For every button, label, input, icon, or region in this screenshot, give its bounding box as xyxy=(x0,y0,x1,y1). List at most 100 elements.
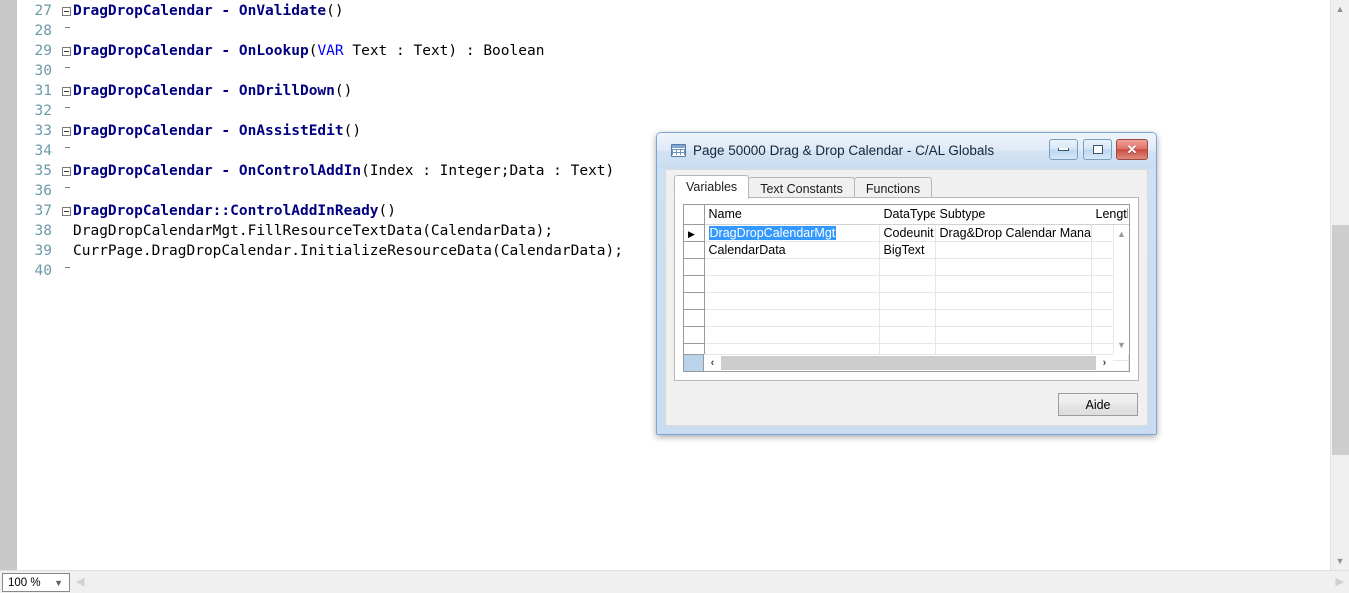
tab-text-constants[interactable]: Text Constants xyxy=(748,177,855,199)
table-body: ▶ DragDropCalendarMgt Codeunit Drag&Drop Ca… xyxy=(684,224,1129,371)
code-text: DragDropCalendar - OnLookup(VAR Text : T… xyxy=(73,43,545,59)
editor-breakpoint-gutter[interactable] xyxy=(0,0,17,570)
cell-datatype[interactable] xyxy=(879,309,936,327)
fold-collapse-icon[interactable] xyxy=(59,126,73,136)
grid-scroll-right-icon[interactable]: › xyxy=(1097,355,1112,371)
table-row[interactable] xyxy=(684,275,1129,293)
cell-name[interactable] xyxy=(704,326,880,344)
cell-name[interactable] xyxy=(704,275,880,293)
zoom-level-combobox[interactable]: 100 % ▼ xyxy=(2,573,70,592)
cal-globals-dialog[interactable]: Page 50000 Drag & Drop Calendar - C/AL G… xyxy=(656,132,1157,435)
tab-functions[interactable]: Functions xyxy=(853,177,933,199)
code-line[interactable]: 28 xyxy=(17,21,1330,41)
minimize-icon xyxy=(1058,148,1069,151)
fold-collapse-icon[interactable] xyxy=(59,46,73,56)
code-text: CurrPage.DragDropCalendar.InitializeReso… xyxy=(73,243,623,259)
line-number: 31 xyxy=(34,83,52,99)
cell-datatype[interactable]: BigText xyxy=(879,241,936,259)
cell-datatype[interactable] xyxy=(879,258,936,276)
code-line[interactable]: 31 DragDropCalendar - OnDrillDown() xyxy=(17,81,1330,101)
code-line[interactable]: 27 DragDropCalendar - OnValidate() xyxy=(17,1,1330,21)
fold-collapse-icon[interactable] xyxy=(59,166,73,176)
editor-horizontal-scrollbar[interactable] xyxy=(86,572,1333,593)
scroll-down-icon[interactable]: ▼ xyxy=(1331,552,1349,570)
cell-name[interactable]: CalendarData xyxy=(704,241,880,259)
table-header: Name DataType Subtype Length xyxy=(684,205,1129,225)
grid-scroll-up-icon[interactable]: ▲ xyxy=(1114,227,1129,241)
code-text: DragDropCalendar - OnValidate() xyxy=(73,3,344,19)
line-number: 39 xyxy=(34,243,52,259)
line-number: 30 xyxy=(34,63,52,79)
cell-subtype[interactable] xyxy=(935,275,1092,293)
editor-vertical-scrollbar[interactable]: ▲ ▼ xyxy=(1330,0,1349,570)
scroll-left-icon[interactable]: ◀ xyxy=(76,575,84,588)
vertical-scrollbar-thumb[interactable] xyxy=(1332,225,1349,455)
cell-subtype[interactable]: Drag&Drop Calendar Mana... xyxy=(935,224,1092,242)
table-row[interactable] xyxy=(684,292,1129,310)
dialog-title-bar[interactable]: Page 50000 Drag & Drop Calendar - C/AL G… xyxy=(657,133,1156,169)
cell-name[interactable] xyxy=(704,292,880,310)
table-grid-icon xyxy=(671,144,686,157)
grid-scroll-down-icon[interactable]: ▼ xyxy=(1114,338,1129,352)
current-row-indicator-icon: ▶ xyxy=(688,228,695,239)
tab-variables[interactable]: Variables xyxy=(674,175,750,199)
code-text: DragDropCalendar - OnAssistEdit() xyxy=(73,123,362,139)
cell-subtype[interactable] xyxy=(935,326,1092,344)
variables-grid[interactable]: Name DataType Subtype Length ▶ DragDropCa… xyxy=(683,204,1130,372)
tab-strip: Variables Text Constants Functions xyxy=(674,175,1139,199)
application-window: 27 DragDropCalendar - OnValidate() 28 29 Dra… xyxy=(0,0,1349,593)
cell-subtype[interactable] xyxy=(935,292,1092,310)
row-selector-cell[interactable] xyxy=(684,258,705,276)
line-number: 29 xyxy=(34,43,52,59)
cell-name[interactable] xyxy=(704,309,880,327)
cell-subtype[interactable] xyxy=(935,241,1092,259)
cell-subtype[interactable] xyxy=(935,309,1092,327)
table-row[interactable] xyxy=(684,326,1129,344)
line-number: 34 xyxy=(34,143,52,159)
fold-collapse-icon[interactable] xyxy=(59,206,73,216)
scroll-up-icon[interactable]: ▲ xyxy=(1331,0,1349,18)
help-button[interactable]: Aide xyxy=(1058,393,1138,416)
code-line[interactable]: 32 xyxy=(17,101,1330,121)
cell-name[interactable] xyxy=(704,258,880,276)
fold-collapse-icon[interactable] xyxy=(59,86,73,96)
table-row[interactable]: CalendarData BigText xyxy=(684,241,1129,259)
code-line[interactable]: 29 DragDropCalendar - OnLookup(VAR Text :… xyxy=(17,41,1330,61)
table-header-row: Name DataType Subtype Length xyxy=(684,205,1129,225)
row-selector-cell[interactable] xyxy=(684,241,705,259)
grid-hscroll-thumb[interactable] xyxy=(721,356,1096,370)
column-header-name[interactable]: Name xyxy=(704,205,880,225)
grid-scroll-left-icon[interactable]: ‹ xyxy=(705,355,720,371)
row-selector-cell[interactable]: ▶ xyxy=(684,224,705,242)
code-line[interactable]: 30 xyxy=(17,61,1330,81)
table-row[interactable] xyxy=(684,258,1129,276)
cell-subtype[interactable] xyxy=(935,258,1092,276)
line-number: 36 xyxy=(34,183,52,199)
row-selector-cell[interactable] xyxy=(684,309,705,327)
code-text: DragDropCalendarMgt.FillResourceTextData… xyxy=(73,223,554,239)
cell-datatype[interactable] xyxy=(879,326,936,344)
maximize-button[interactable] xyxy=(1083,139,1112,160)
row-selector-header xyxy=(684,205,705,225)
minimize-button[interactable] xyxy=(1049,139,1078,160)
column-header-subtype[interactable]: Subtype xyxy=(935,205,1092,225)
cell-datatype[interactable] xyxy=(879,275,936,293)
scroll-right-icon[interactable]: ▶ xyxy=(1336,575,1344,588)
zoom-level-value: 100 % xyxy=(8,576,41,589)
table-row[interactable]: ▶ DragDropCalendarMgt Codeunit Drag&Drop Ca… xyxy=(684,224,1129,242)
maximize-icon xyxy=(1092,145,1103,154)
cell-datatype[interactable] xyxy=(879,292,936,310)
cell-datatype[interactable]: Codeunit xyxy=(879,224,936,242)
fold-collapse-icon[interactable] xyxy=(59,6,73,16)
column-header-datatype[interactable]: DataType xyxy=(879,205,936,225)
close-button[interactable]: ✕ xyxy=(1116,139,1148,160)
row-selector-cell[interactable] xyxy=(684,326,705,344)
grid-horizontal-scrollbar[interactable]: ‹ › xyxy=(704,354,1113,371)
grid-vertical-scrollbar[interactable]: ▲ ▼ xyxy=(1113,225,1129,354)
table-row[interactable] xyxy=(684,309,1129,327)
dialog-content-area: Variables Text Constants Functions Name Da… xyxy=(665,169,1148,426)
cell-name[interactable]: DragDropCalendarMgt xyxy=(704,224,880,242)
column-header-length[interactable]: Length xyxy=(1091,205,1129,225)
row-selector-cell[interactable] xyxy=(684,275,705,293)
row-selector-cell[interactable] xyxy=(684,292,705,310)
